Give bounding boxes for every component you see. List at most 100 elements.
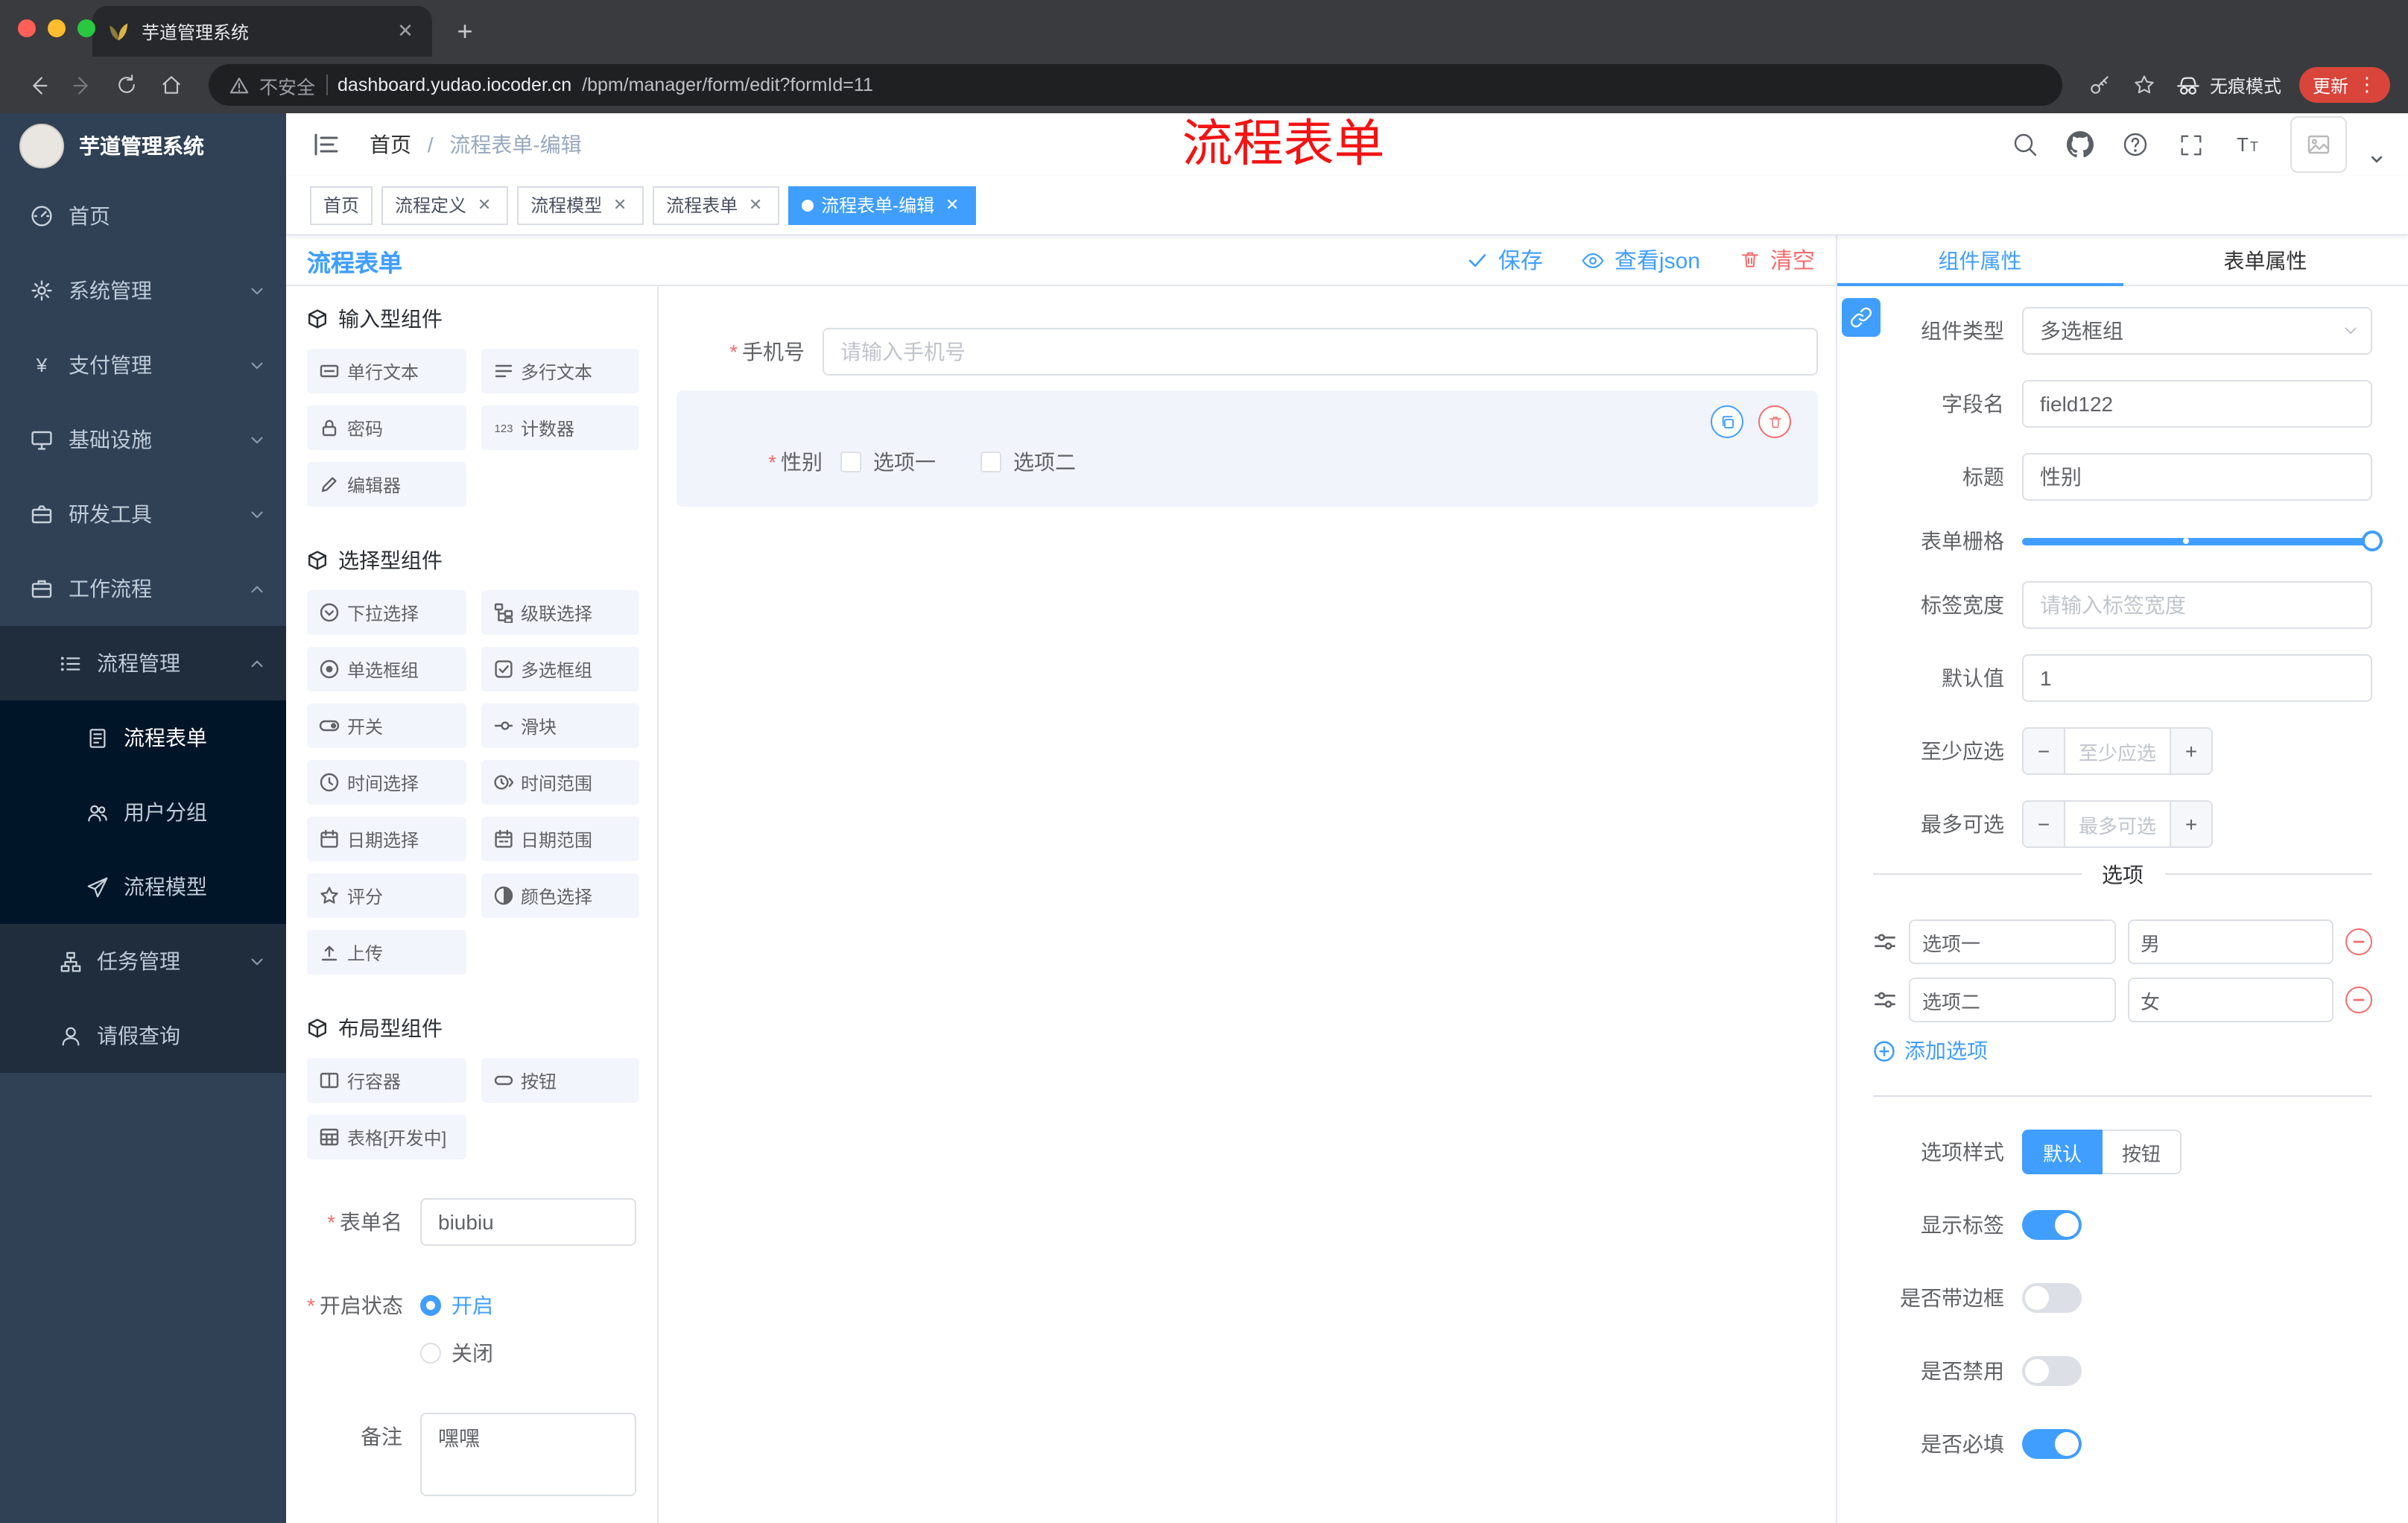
label-width-input[interactable] [2022,581,2372,629]
field-name-input[interactable] [2022,380,2372,428]
increase-button[interactable]: + [2170,729,2211,773]
palette-item-select[interactable]: 下拉选择 [307,590,466,635]
palette-item-editor[interactable]: 编辑器 [307,462,466,507]
drag-handle-icon[interactable] [1873,930,1897,954]
delete-component-button[interactable] [1758,405,1791,438]
save-button[interactable]: 保存 [1467,244,1543,276]
browser-tab[interactable]: 芋道管理系统 ✕ [92,6,432,57]
style-button-button[interactable]: 按钮 [2103,1130,2182,1174]
decrease-button[interactable]: − [2024,729,2065,773]
disabled-toggle[interactable] [2022,1356,2082,1386]
palette-item-multi-text[interactable]: 多行文本 [481,349,639,393]
remove-option-button[interactable] [2345,928,2372,955]
palette-item-time-range[interactable]: 时间范围 [481,760,639,805]
tag-close-icon[interactable]: ✕ [745,194,766,215]
palette-item-counter[interactable]: 123 计数器 [481,405,639,450]
help-button[interactable] [2119,128,2152,161]
font-size-button[interactable]: TT [2229,128,2262,161]
slider-handle[interactable] [2362,531,2383,551]
sidebar-item-infrastructure[interactable]: 基础设施 [0,402,286,477]
palette-item-radio-group[interactable]: 单选框组 [307,647,466,691]
search-button[interactable] [2009,128,2041,161]
field-link-button[interactable] [1842,298,1881,337]
breadcrumb-home[interactable]: 首页 [370,133,411,156]
default-value-input[interactable] [2022,654,2372,702]
sidebar-item-system[interactable]: 系统管理 [0,253,286,328]
title-input[interactable] [2022,453,2372,501]
border-toggle[interactable] [2022,1283,2082,1313]
sidebar-item-leave-query[interactable]: 请假查询 [0,998,286,1073]
gender-field-selected[interactable]: * 性别 选项一 选项二 [677,390,1818,507]
new-tab-button[interactable]: + [444,10,486,52]
home-button[interactable] [152,66,191,104]
phone-input[interactable] [823,328,1818,376]
clear-button[interactable]: 清空 [1739,244,1815,276]
password-manager-button[interactable] [2080,66,2119,104]
show-label-toggle[interactable] [2022,1210,2082,1240]
minimize-window-button[interactable] [48,19,66,37]
tab-form-props[interactable]: 表单属性 [2123,235,2408,285]
option1-label-input[interactable] [1909,919,2115,964]
view-json-button[interactable]: 查看json [1582,244,1700,276]
tab-component-props[interactable]: 组件属性 [1837,235,2123,286]
sidebar-logo[interactable]: 芋道管理系统 [0,113,286,179]
address-bar[interactable]: 不安全 dashboard.yudao.iocoder.cn/bpm/manag… [209,64,2062,106]
palette-item-date-range[interactable]: 日期范围 [481,817,639,861]
avatar[interactable] [2290,116,2347,173]
palette-item-upload[interactable]: 上传 [307,930,466,975]
increase-button[interactable]: + [2170,802,2211,846]
sidebar-item-task-management[interactable]: 任务管理 [0,924,286,998]
github-button[interactable] [2064,128,2097,161]
palette-item-button[interactable]: 按钮 [481,1058,639,1103]
tag-process-definition[interactable]: 流程定义 ✕ [381,186,509,224]
sidebar-item-process-model[interactable]: 流程模型 [0,849,286,924]
tag-close-icon[interactable]: ✕ [474,194,495,215]
decrease-button[interactable]: − [2024,802,2065,846]
gender-option2-checkbox[interactable]: 选项二 [980,447,1076,477]
component-type-select[interactable] [2022,307,2372,355]
browser-menu-icon[interactable]: ⋮ [2357,73,2377,97]
copy-component-button[interactable] [1711,405,1743,438]
bookmark-button[interactable] [2125,66,2164,104]
grid-slider[interactable] [2022,531,2383,551]
option2-label-input[interactable] [1909,978,2115,1022]
sidebar-item-payment[interactable]: ¥ 支付管理 [0,328,286,402]
forward-button[interactable] [63,66,101,104]
remove-option-button[interactable] [2345,987,2372,1013]
palette-item-checkbox-group[interactable]: 多选框组 [481,647,639,691]
palette-item-color-picker[interactable]: 颜色选择 [481,873,639,918]
back-button[interactable] [18,66,57,104]
reload-button[interactable] [107,66,146,104]
sidebar-item-process-form[interactable]: 流程表单 [0,700,286,775]
maximize-window-button[interactable] [77,19,95,37]
sidebar-item-user-group[interactable]: 用户分组 [0,775,286,849]
tag-process-model[interactable]: 流程模型 ✕ [517,186,644,224]
form-canvas[interactable]: * 手机号 请输入手机号 * 性别 选项一 选项二 [659,286,1836,1523]
sidebar-collapse-button[interactable] [310,128,343,161]
status-on-radio[interactable]: 开启 [420,1282,493,1329]
add-option-button[interactable]: 添加选项 [1873,1036,2372,1066]
palette-item-table[interactable]: 表格[开发中] [307,1115,466,1159]
close-window-button[interactable] [18,19,36,37]
tag-home[interactable]: 首页 [310,186,373,224]
drag-handle-icon[interactable] [1873,988,1897,1012]
option2-value-input[interactable] [2127,978,2333,1022]
sidebar-item-workflow[interactable]: 工作流程 [0,551,286,626]
palette-item-rate[interactable]: 评分 [307,873,466,918]
tab-close-icon[interactable]: ✕ [393,19,417,43]
sidebar-item-home[interactable]: 首页 [0,179,286,253]
fullscreen-button[interactable] [2174,128,2207,161]
palette-item-cascader[interactable]: 级联选择 [481,590,639,635]
style-default-button[interactable]: 默认 [2022,1130,2103,1174]
palette-item-password[interactable]: 密码 [307,405,466,450]
palette-item-row-container[interactable]: 行容器 [307,1058,466,1103]
palette-item-slider[interactable]: 滑块 [481,703,639,748]
form-name-input[interactable] [420,1198,636,1246]
gender-option1-checkbox[interactable]: 选项一 [840,447,936,477]
tag-process-form-edit[interactable]: 流程表单-编辑 ✕ [788,186,977,224]
required-toggle[interactable] [2022,1429,2082,1459]
tag-close-icon[interactable]: ✕ [609,194,630,215]
tag-close-icon[interactable]: ✕ [942,194,963,215]
option1-value-input[interactable] [2127,919,2333,964]
browser-update-button[interactable]: 更新 ⋮ [2298,67,2390,103]
